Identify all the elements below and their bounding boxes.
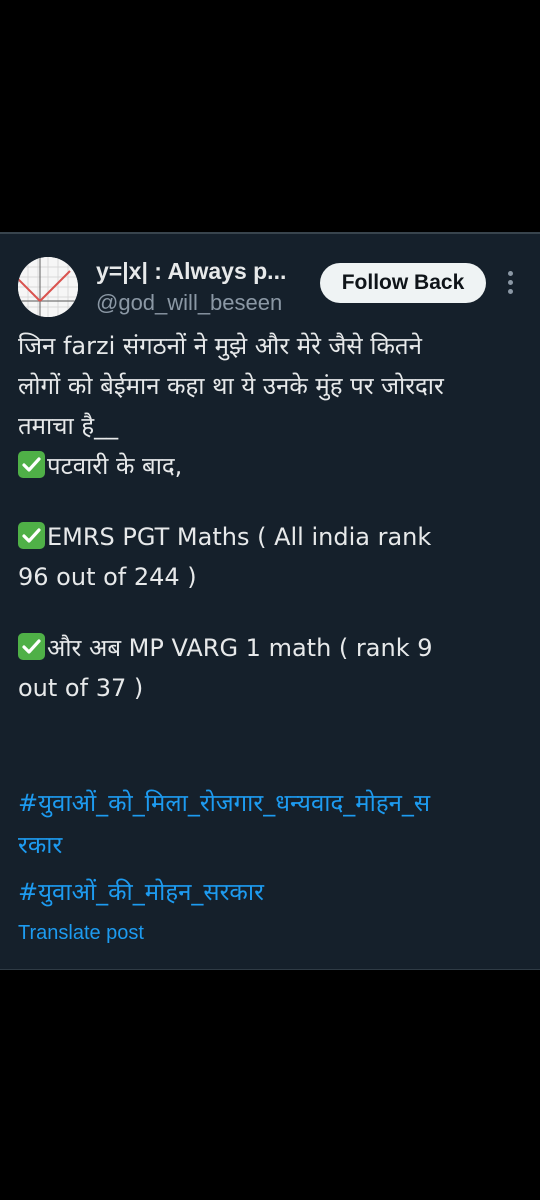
check-mark-icon	[18, 633, 45, 660]
translate-post-link[interactable]: Translate post	[18, 922, 144, 945]
post-text-line: लोगों को बेईमान कहा था ये उनके मुंह पर ज…	[18, 372, 444, 400]
list-item: पटवारी के बाद,	[18, 446, 523, 486]
list-item-text: 96 out of 244 )	[18, 563, 197, 591]
follow-back-button[interactable]: Follow Back	[320, 263, 486, 303]
check-mark-icon	[18, 522, 45, 549]
check-mark-icon	[18, 451, 45, 478]
post-text-line: तमाचा है__	[18, 412, 119, 440]
author-handle[interactable]: @god_will_beseen	[96, 290, 282, 316]
post-text-line: जिन farzi संगठनों ने मुझे और मेरे जैसे क…	[18, 332, 422, 360]
list-item: EMRS PGT Maths ( All india rank	[18, 517, 523, 557]
author-avatar[interactable]	[18, 257, 78, 317]
list-item-text: पटवारी के बाद,	[47, 452, 183, 480]
list-item: और अब MP VARG 1 math ( rank 9	[18, 628, 523, 668]
list-item-text: out of 37 )	[18, 674, 144, 702]
post-card[interactable]: y=|x| : Always p... @god_will_beseen Fol…	[0, 232, 540, 970]
hashtag-link[interactable]: #युवाओं_को_मिला_रोजगार_धन्यवाद_मोहन_स	[18, 783, 528, 823]
graph-avatar-icon	[18, 257, 78, 317]
author-display-name[interactable]: y=|x| : Always p...	[96, 258, 306, 285]
post-text: जिन farzi संगठनों ने मुझे और मेरे जैसे क…	[18, 326, 523, 708]
hashtag-link[interactable]: #युवाओं_की_मोहन_सरकार	[18, 872, 528, 912]
hashtag-link[interactable]: रकार	[18, 825, 528, 865]
more-options-icon[interactable]	[498, 268, 524, 298]
list-item-text: EMRS PGT Maths ( All india rank	[47, 523, 432, 551]
list-item-text: और अब MP VARG 1 math ( rank 9	[47, 634, 433, 662]
